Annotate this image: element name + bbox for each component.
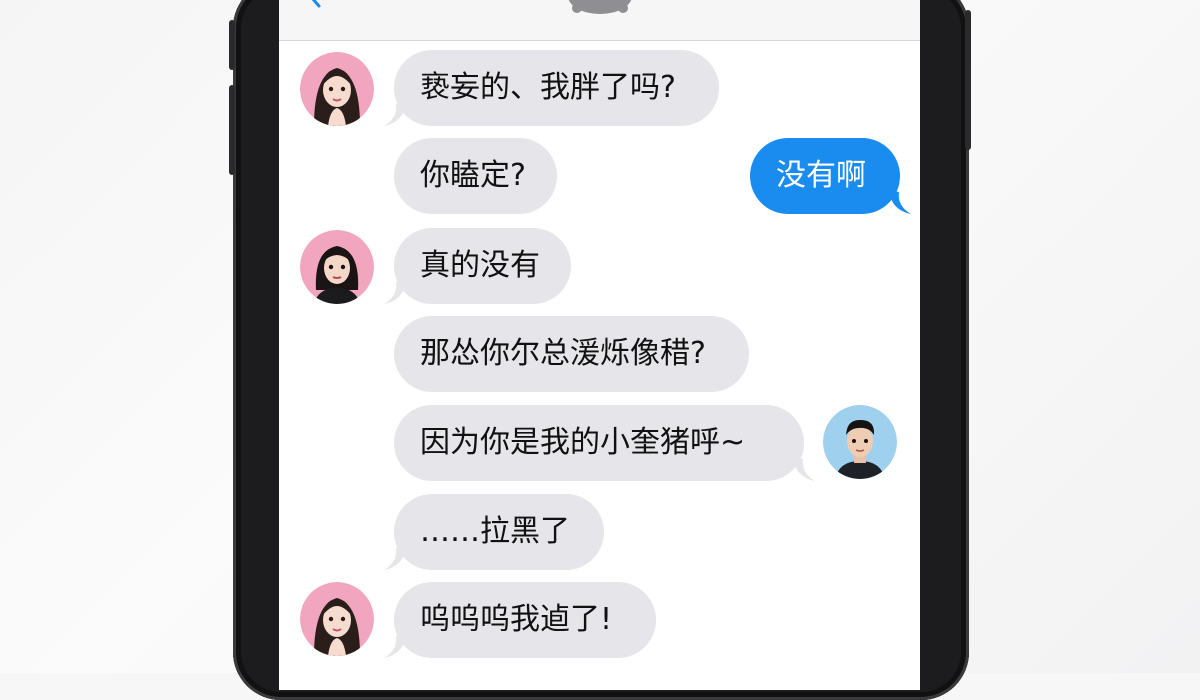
message-bubble[interactable]: 呜呜呜我逌了! [394,582,656,658]
message-bubble[interactable]: 因为你是我的小奎猪呼~ [394,405,804,481]
bubble-tail [384,546,406,570]
message-bubble[interactable]: 亵妄的、我胖了吗? [394,50,719,126]
volume-button [229,20,235,70]
message-text: 你瞌定? [420,158,526,193]
message-bubble[interactable]: 真的没有 [394,228,571,304]
message-bubble[interactable]: 没有啊 [750,138,900,214]
bubble-tail [384,102,406,126]
chevron-left-icon[interactable] [301,0,323,12]
avatar-girl-dark-icon[interactable] [300,230,374,304]
message-bubble[interactable]: ……拉黑了 [394,494,604,570]
message-text: 那怂你尔总湲烁像稓? [420,336,706,371]
message-bubble[interactable]: 你瞌定? [394,138,557,214]
message-text: 亵妄的、我胖了吗? [420,70,676,105]
message-text: 没有啊 [776,158,866,193]
message-text: 真的没有 [420,248,540,283]
message-text: ……拉黑了 [420,514,570,549]
bubble-tail [384,280,406,304]
message-text: 因为你是我的小奎猪呼~ [420,425,746,460]
power-button [965,10,971,150]
messages-screen: 亵妄的、我胖了吗? 你瞌定? 没有啊 真的没有 那怂你尔总湲烁像稓? 因为你是我… [279,0,920,690]
avatar-girl-icon[interactable] [300,582,374,656]
message-bubble[interactable]: 那怂你尔总湲烁像稓? [394,316,749,392]
message-text: 呜呜呜我逌了! [420,602,613,637]
bubble-tail [793,457,815,481]
conversation-header [279,0,920,41]
volume-button [229,85,235,175]
contact-avatar-icon[interactable] [565,0,635,16]
avatar-boy-icon[interactable] [823,405,897,479]
bubble-tail [889,190,911,214]
bubble-tail [384,634,406,658]
avatar-girl-icon[interactable] [300,52,374,126]
